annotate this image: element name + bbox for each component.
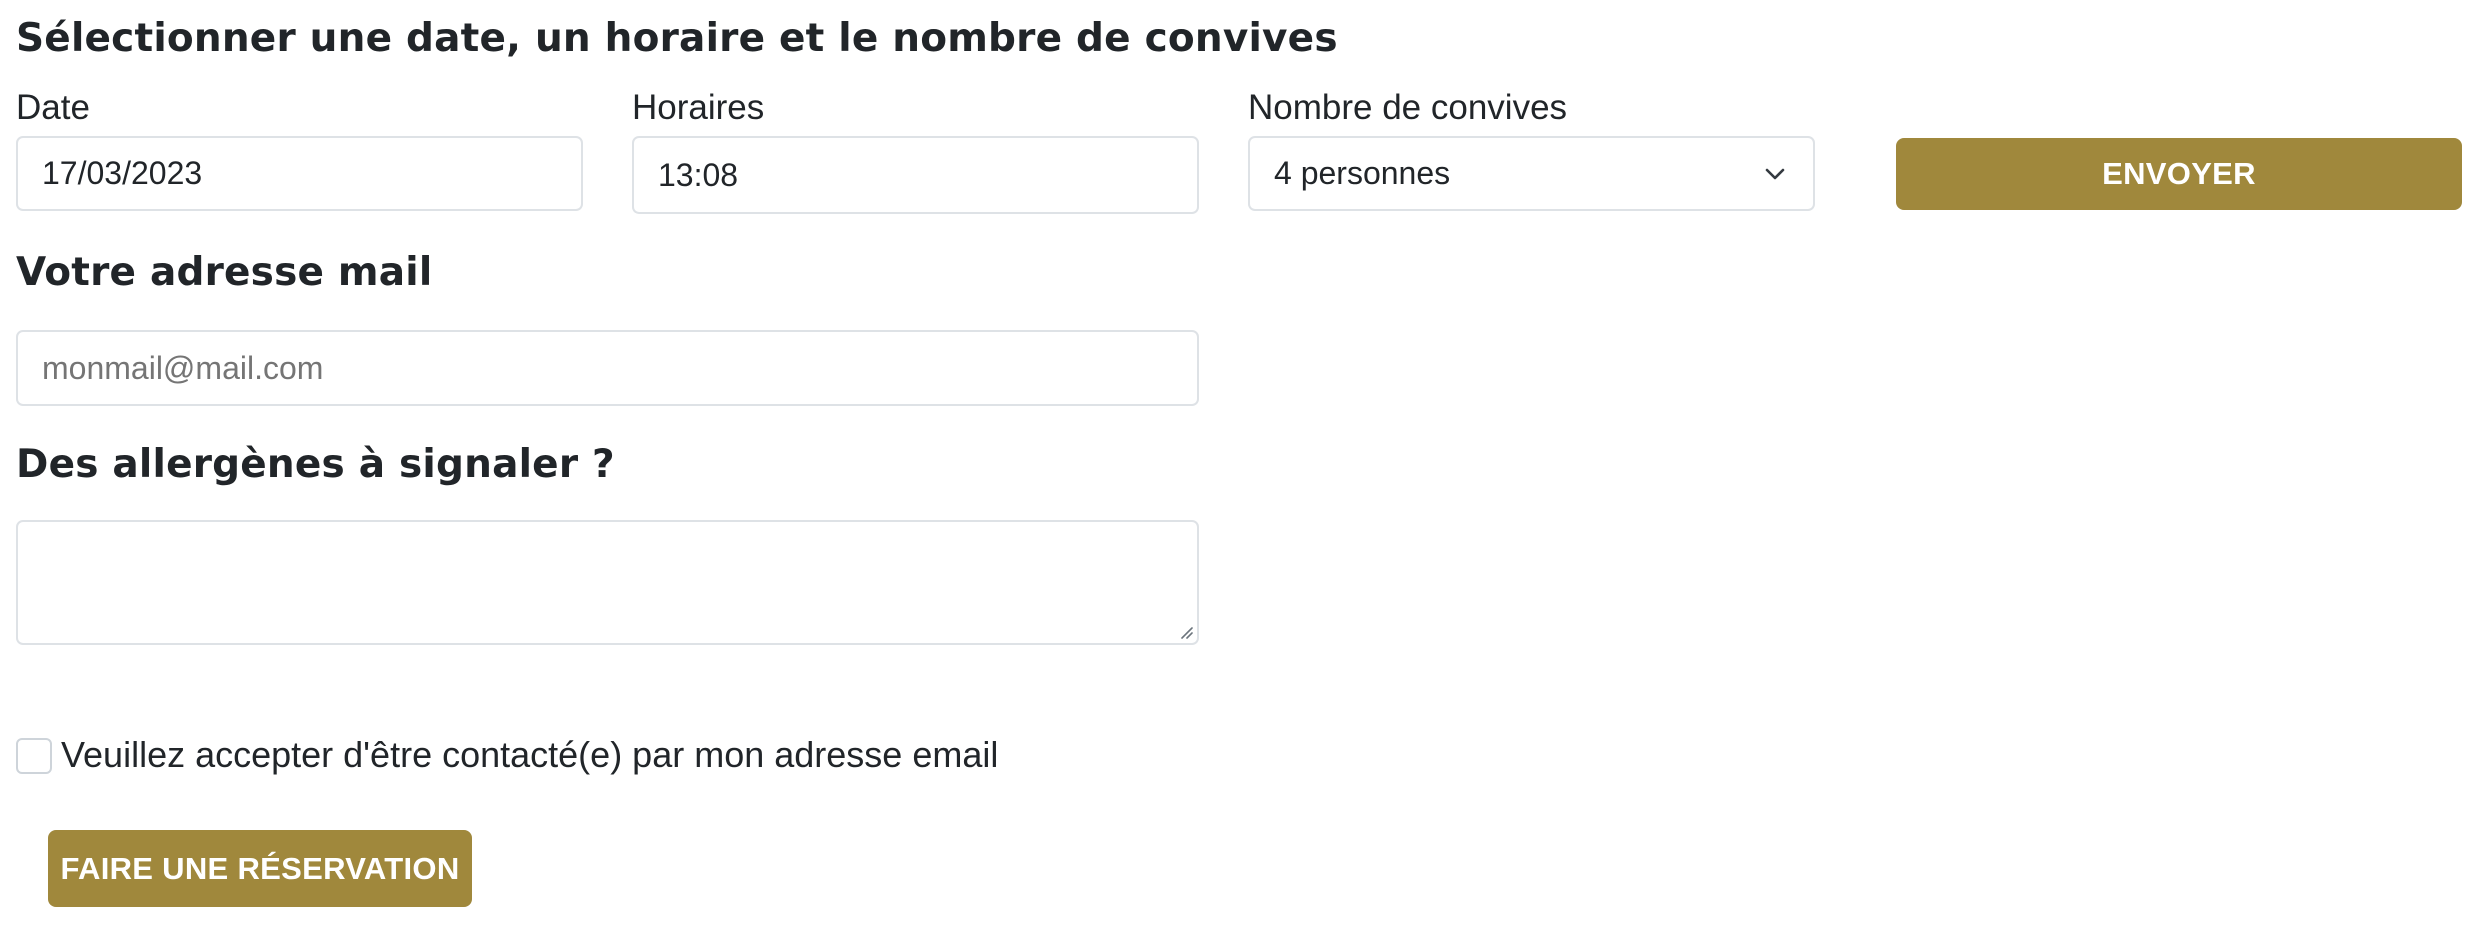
guests-select-value: 4 personnes bbox=[1274, 155, 1451, 191]
reserve-button[interactable]: FAIRE UNE RÉSERVATION bbox=[48, 830, 472, 907]
time-input-value: 13:08 bbox=[658, 156, 739, 193]
consent-checkbox[interactable] bbox=[16, 738, 52, 774]
date-time-guests-heading: Sélectionner une date, un horaire et le … bbox=[16, 16, 1338, 61]
time-input[interactable]: 13:08 bbox=[632, 136, 1199, 214]
date-label: Date bbox=[16, 88, 90, 127]
guests-label: Nombre de convives bbox=[1248, 88, 1568, 127]
date-input[interactable]: 17/03/2023 bbox=[16, 136, 583, 211]
send-button[interactable]: ENVOYER bbox=[1896, 138, 2462, 210]
chevron-down-icon bbox=[1765, 168, 1785, 179]
consent-label: Veuillez accepter d'être contacté(e) par… bbox=[61, 734, 999, 775]
email-input[interactable] bbox=[16, 330, 1199, 406]
resize-grip-icon[interactable] bbox=[1177, 623, 1193, 639]
allergens-heading: Des allergènes à signaler ? bbox=[16, 442, 615, 487]
time-label: Horaires bbox=[632, 88, 765, 127]
date-input-value: 17/03/2023 bbox=[42, 155, 203, 191]
reservation-form: Sélectionner une date, un horaire et le … bbox=[0, 0, 2482, 950]
email-heading: Votre adresse mail bbox=[16, 250, 433, 295]
guests-select[interactable]: 4 personnes bbox=[1248, 136, 1815, 211]
allergens-textarea[interactable] bbox=[16, 520, 1199, 645]
